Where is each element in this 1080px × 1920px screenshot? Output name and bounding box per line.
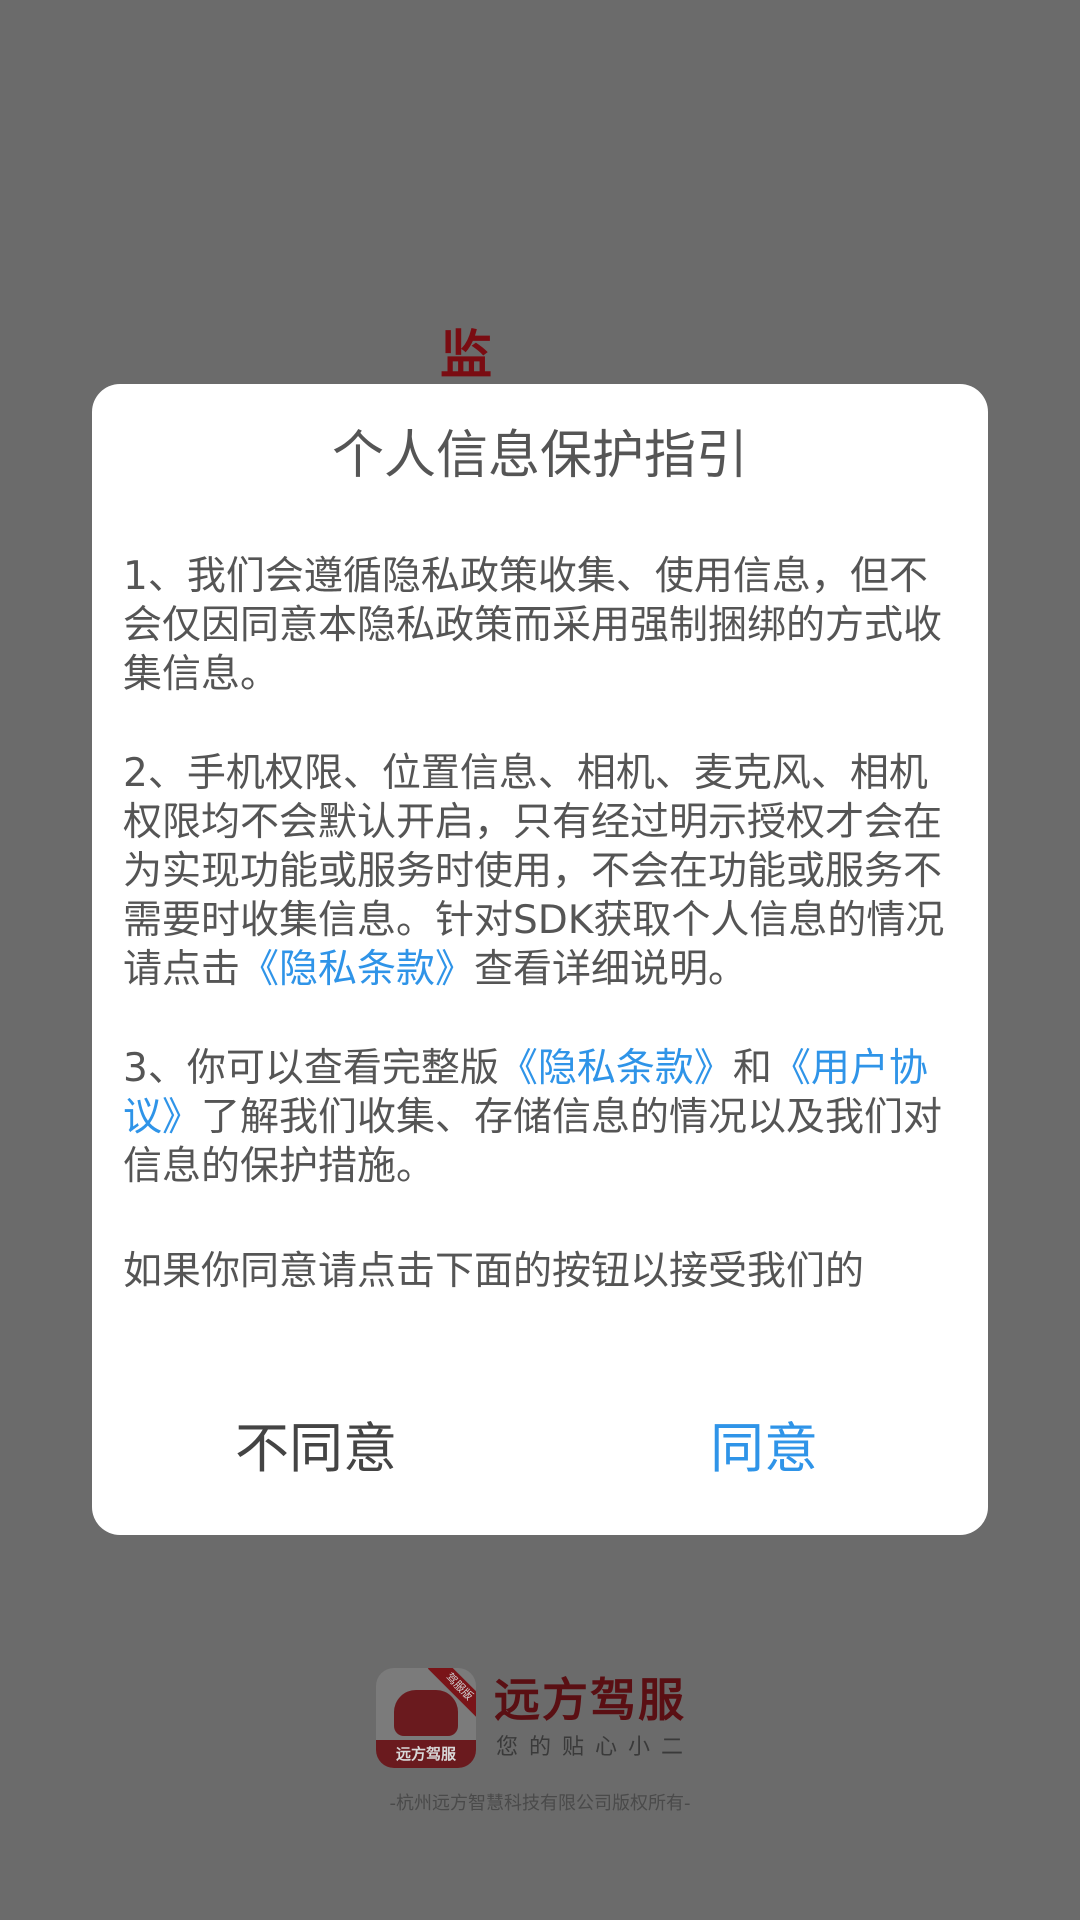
dialog-title: 个人信息保护指引 — [331, 426, 748, 486]
paragraph-2-tail: 查看详细说明。 — [474, 947, 748, 992]
disagree-button[interactable]: 不同意 — [92, 1384, 540, 1514]
brand-block: 驾服版 远方驾服 远方驾服 您的贴心小二 — [376, 1668, 706, 1768]
privacy-terms-link[interactable]: 《隐私条款》 — [240, 947, 474, 992]
splash-seal-char: 监 — [440, 326, 493, 386]
agree-button[interactable]: 同意 — [540, 1384, 988, 1514]
paragraph-3-text: 3、你可以查看完整版 — [123, 1046, 499, 1091]
dialog-scroll-content[interactable]: 1、我们会遵循隐私政策收集、使用信息，但不会仅因同意本隐私政策而采用强制捆绑的方… — [123, 552, 963, 1362]
logo-band: 远方驾服 — [376, 1740, 476, 1768]
paragraph-3-and: 和 — [732, 1046, 772, 1091]
brand-name: 远方驾服 — [494, 1673, 686, 1727]
dialog-actions: 不同意 同意 — [92, 1384, 988, 1514]
logo-band-label: 远方驾服 — [395, 1745, 456, 1763]
paragraph-2: 2、手机权限、位置信息、相机、麦克风、相机权限均不会默认开启，只有经过明示授权才… — [123, 749, 963, 994]
privacy-terms-link-2[interactable]: 《隐私条款》 — [499, 1046, 733, 1091]
paragraph-4: 如果你同意请点击下面的按钮以接受我们的 — [123, 1249, 865, 1294]
paragraph-3: 3、你可以查看完整版《隐私条款》和《用户协议》了解我们收集、存储信息的情况以及我… — [123, 1044, 963, 1191]
privacy-dialog: 个人信息保护指引 1、我们会遵循隐私政策收集、使用信息，但不会仅因同意本隐私政策… — [92, 384, 988, 1535]
copyright-text: -杭州远方智慧科技有限公司版权所有- — [389, 1793, 691, 1814]
brand-slogan: 您的贴心小二 — [496, 1735, 695, 1760]
car-mascot-icon — [394, 1690, 458, 1736]
app-logo-icon: 驾服版 远方驾服 — [376, 1668, 476, 1768]
paragraph-3-tail: 了解我们收集、存储信息的情况以及我们对信息的保护措施。 — [123, 1095, 943, 1189]
paragraph-1: 1、我们会遵循隐私政策收集、使用信息，但不会仅因同意本隐私政策而采用强制捆绑的方… — [123, 554, 943, 697]
